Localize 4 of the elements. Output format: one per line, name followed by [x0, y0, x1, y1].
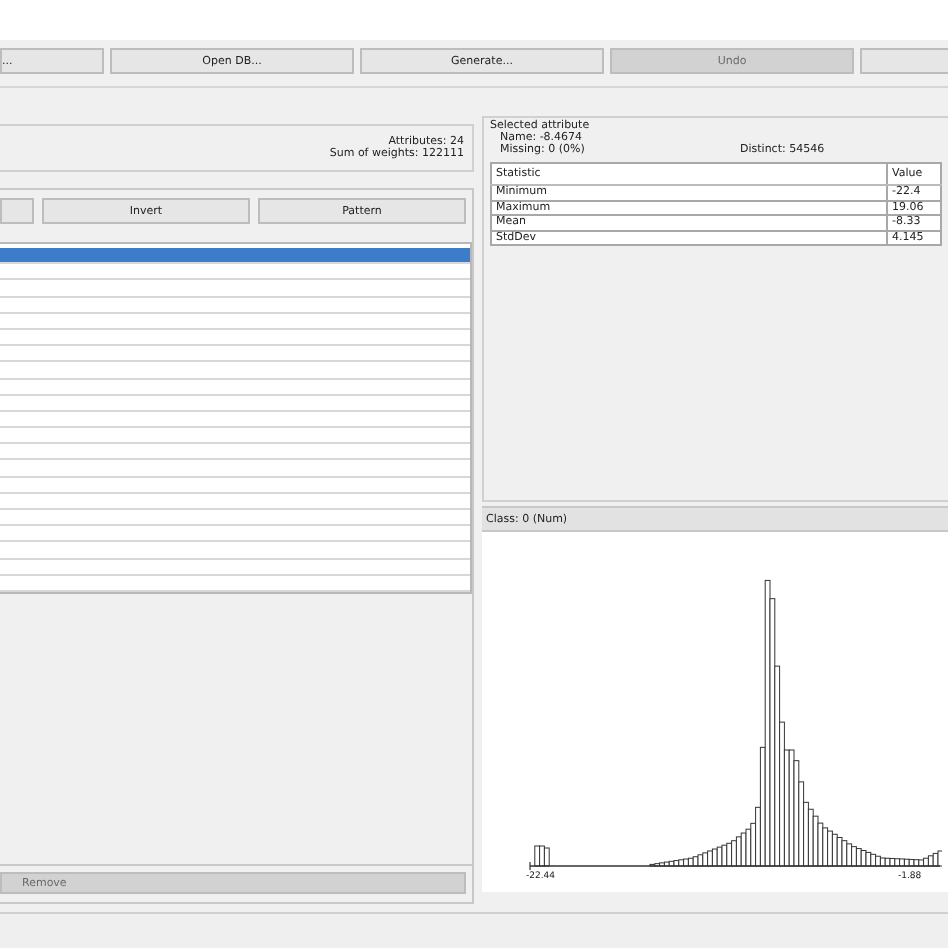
button[interactable]: [0, 198, 34, 224]
button[interactable]: [860, 48, 948, 74]
attribute-list[interactable]: [0, 242, 472, 594]
list-row[interactable]: [0, 248, 470, 265]
